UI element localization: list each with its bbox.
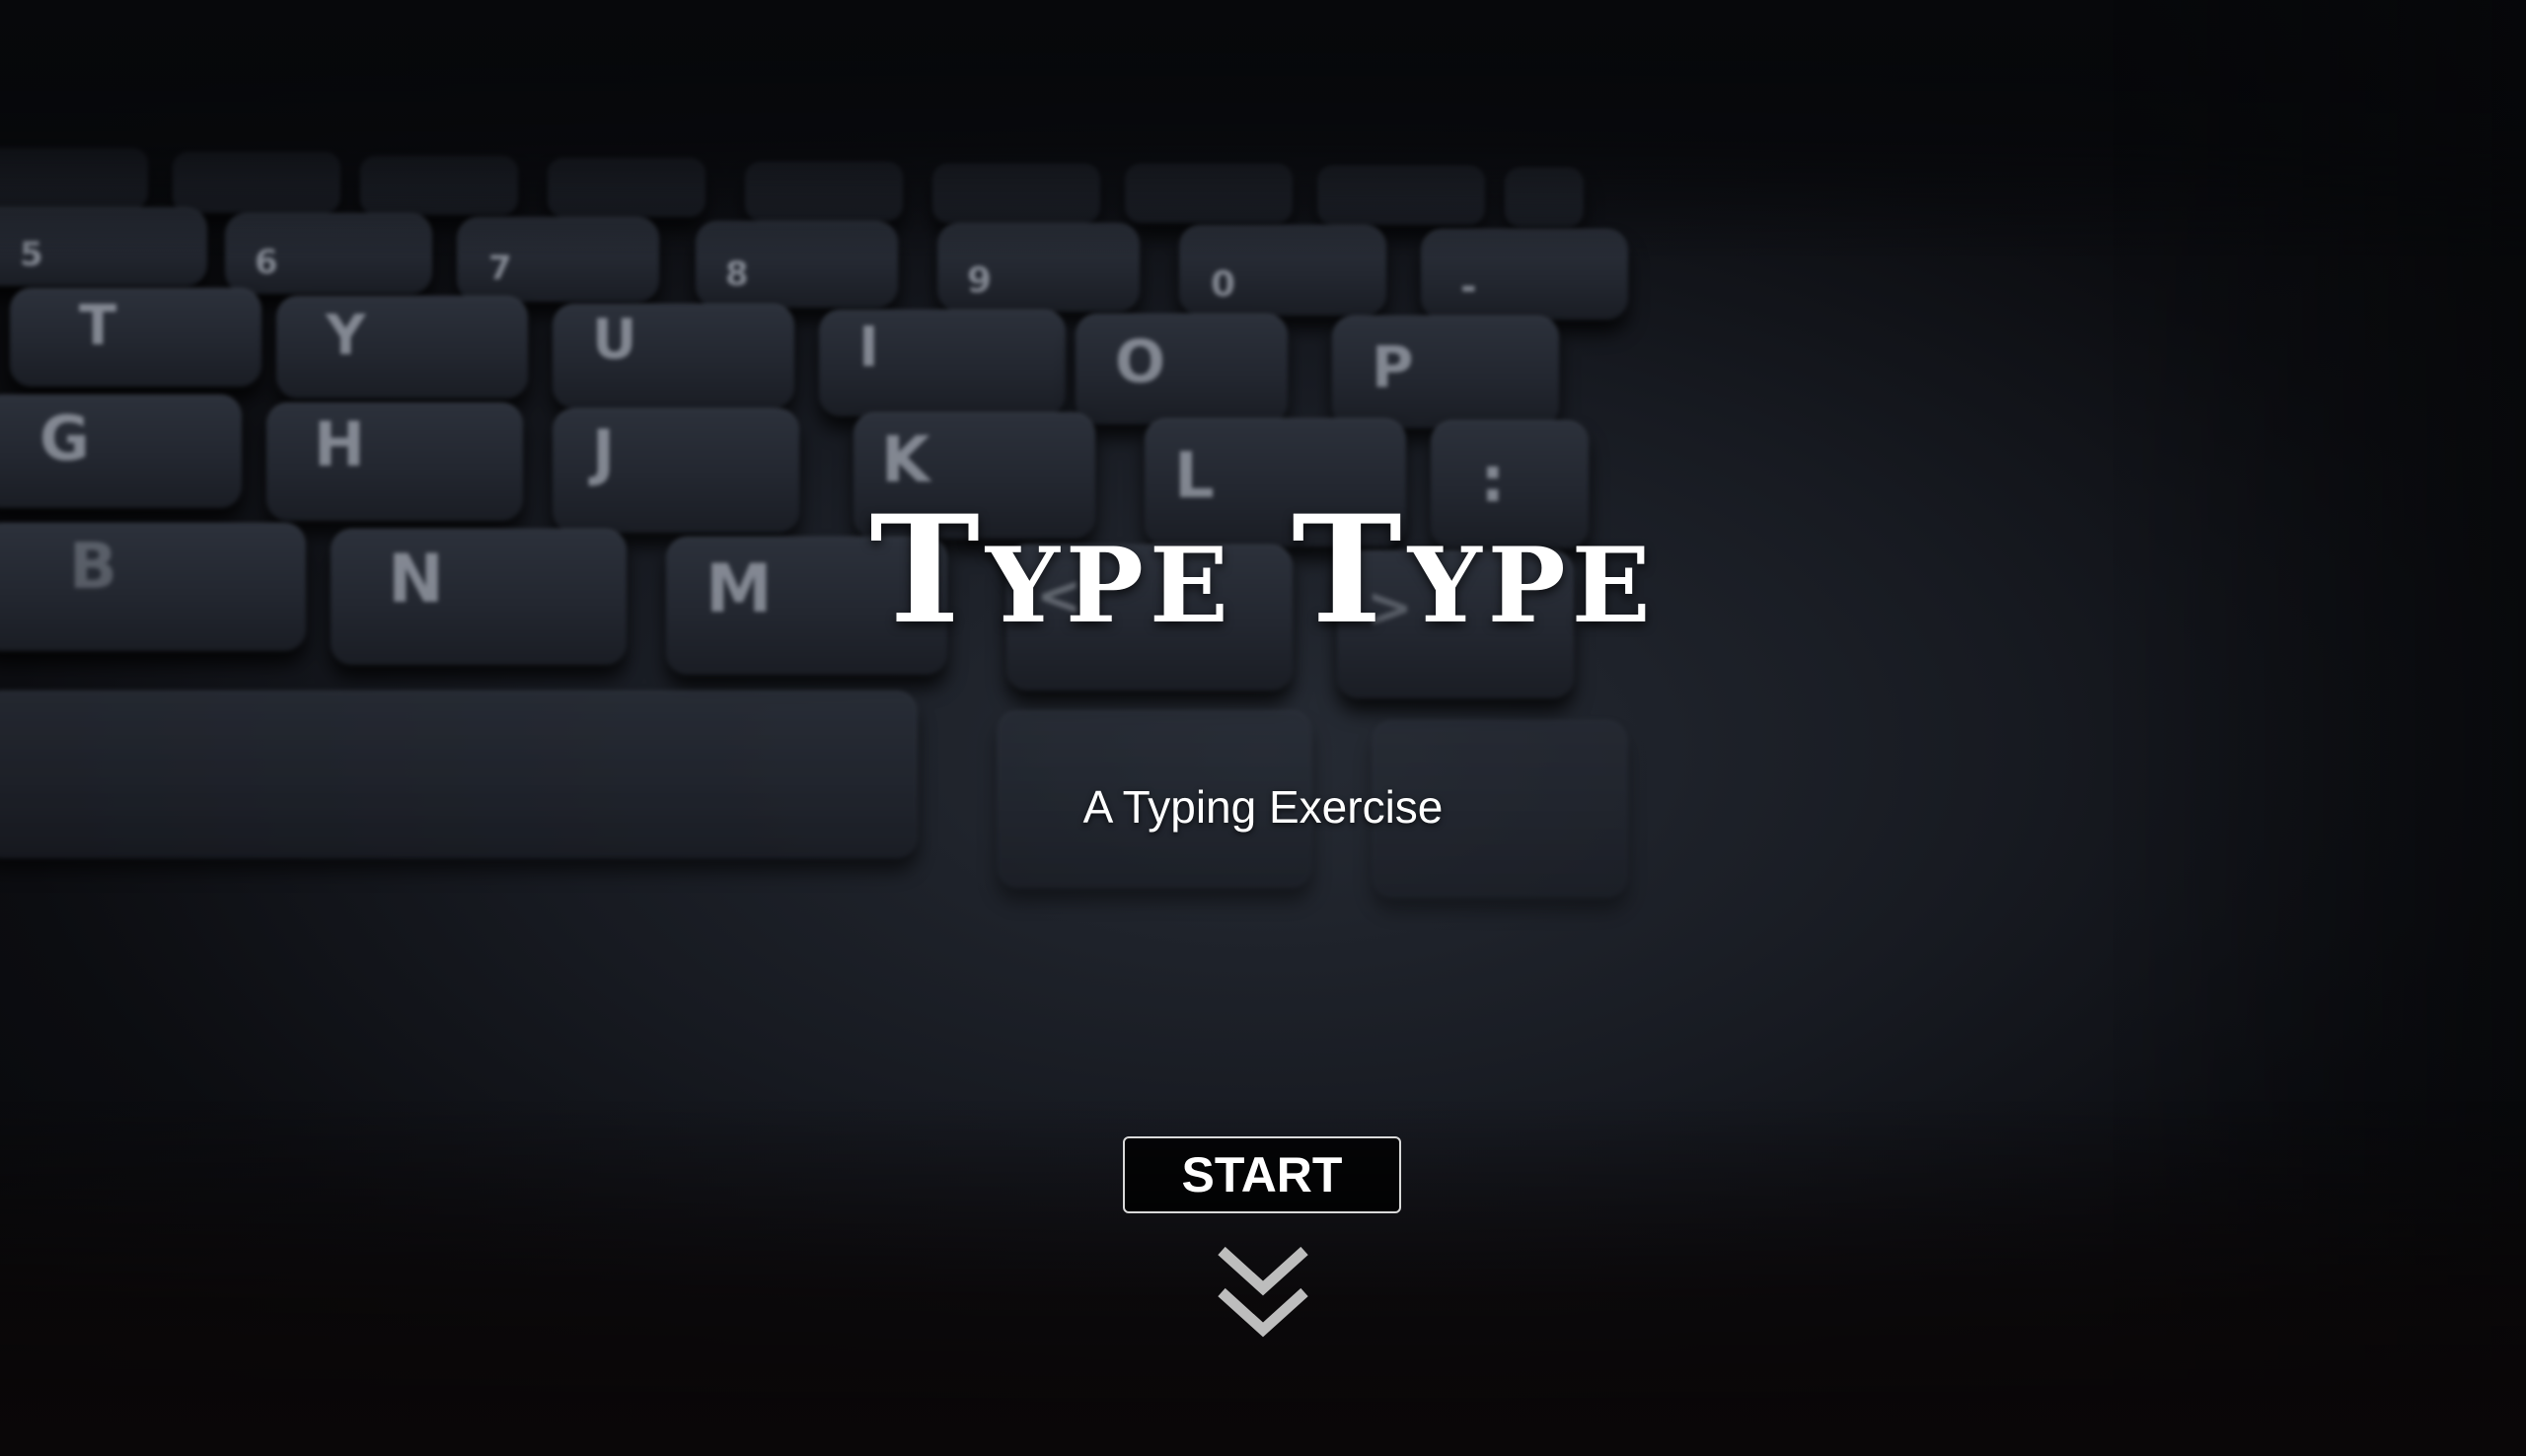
key-label: Y (326, 304, 366, 368)
key-label: O (1115, 328, 1166, 397)
key-u: U (553, 304, 794, 408)
chevron-graphic (1218, 1246, 1308, 1338)
key-label: G (39, 402, 90, 474)
key-label: T (79, 294, 117, 358)
start-button[interactable]: START (1123, 1136, 1401, 1213)
key-t: T (10, 288, 261, 387)
key-label: U (592, 308, 637, 372)
page-subtitle: A Typing Exercise (1082, 781, 1444, 833)
key-label: P (1372, 333, 1414, 400)
key-label: I (858, 316, 879, 380)
page-title: Type Type (869, 483, 1657, 657)
hero-section: 5 6 7 8 9 0 - T Y U I O P G H J K L : (0, 0, 2526, 1456)
key-label: J (592, 416, 616, 488)
key-label: H (314, 408, 365, 480)
key-y: Y (276, 296, 528, 399)
double-chevron-down-icon[interactable] (1212, 1243, 1314, 1344)
